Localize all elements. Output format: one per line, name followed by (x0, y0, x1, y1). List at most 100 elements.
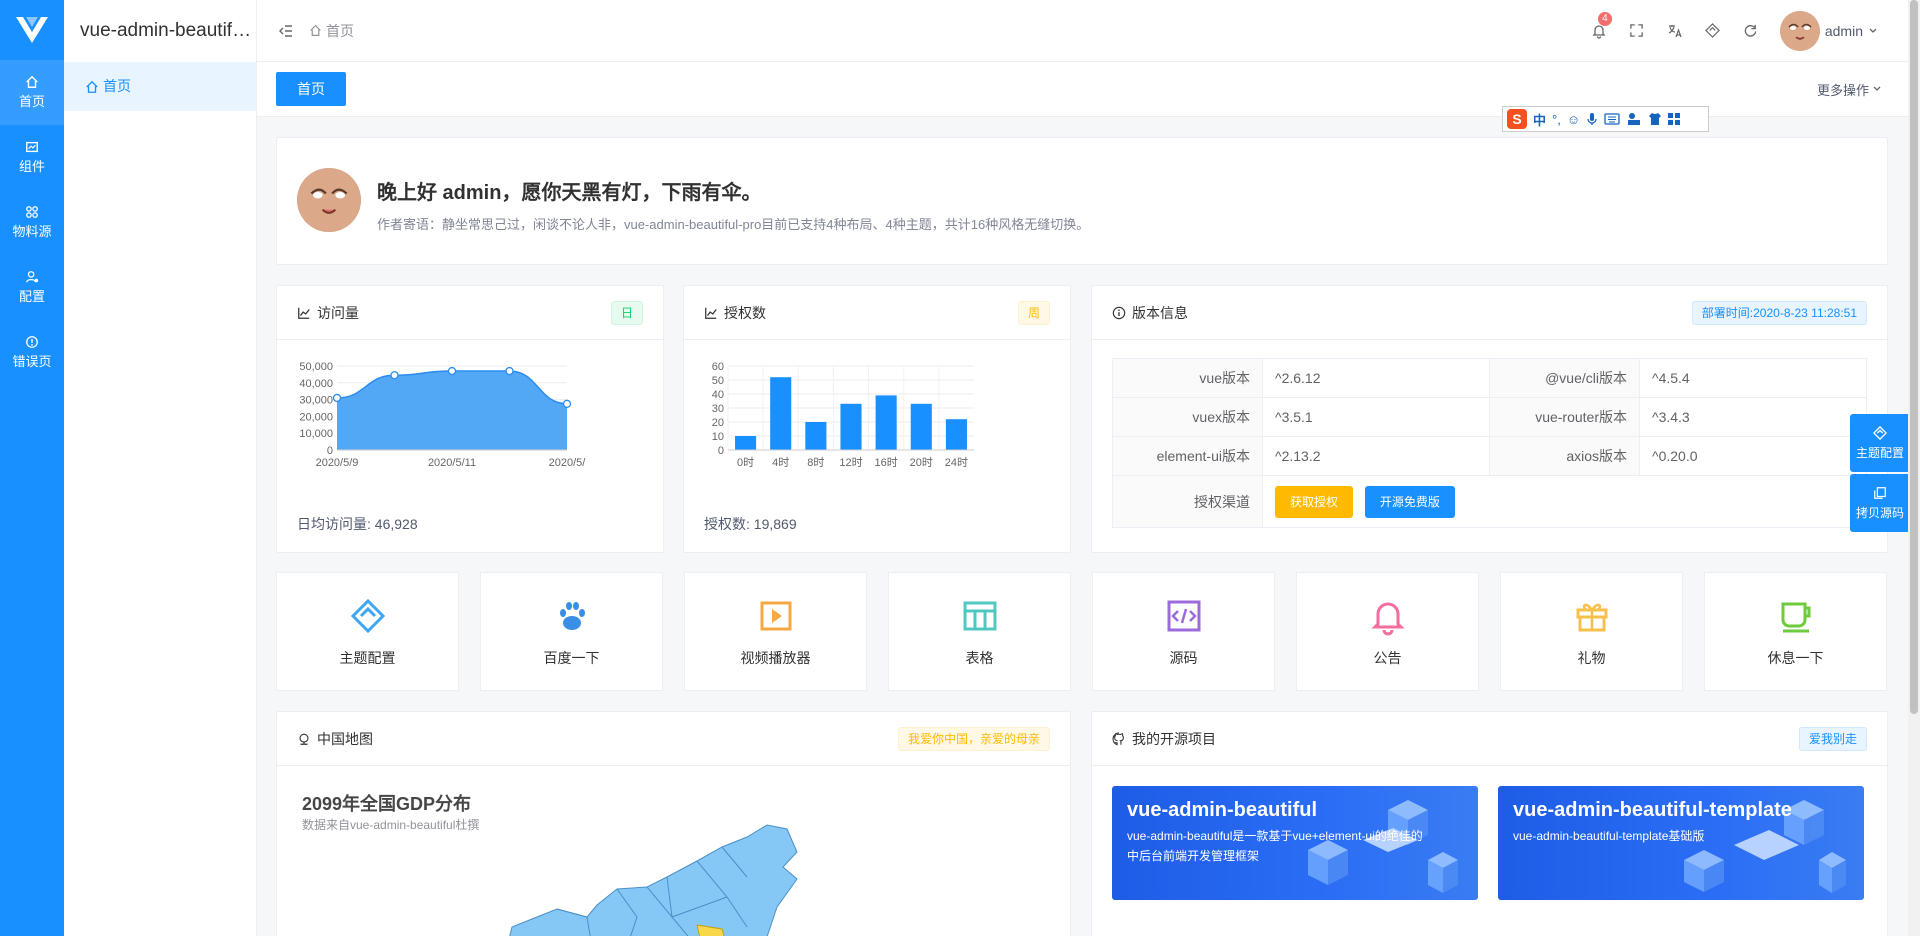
projects-card: 我的开源项目 爱我别走 vue-admin-beautiful vue-admi… (1091, 711, 1888, 936)
fullscreen-icon[interactable] (1628, 22, 1646, 40)
apps-icon (26, 206, 38, 218)
shortcut-label: 休息一下 (1767, 649, 1824, 666)
shortcut-theme[interactable]: 主题配置 (276, 572, 459, 691)
table-value: ^3.4.3 (1639, 397, 1867, 437)
table-label: axios版本 (1489, 436, 1640, 476)
shortcut-table[interactable]: 表格 (888, 572, 1071, 691)
table-value: ^2.13.2 (1262, 436, 1490, 476)
shortcut-label: 礼物 (1577, 649, 1606, 666)
shortcut-source[interactable]: 源码 (1092, 572, 1275, 691)
project-banner[interactable]: vue-admin-beautiful vue-admin-beautiful是… (1112, 786, 1478, 900)
table-row: element-ui版本 ^2.13.2 axios版本 ^0.20.0 (1112, 436, 1867, 476)
open-source-button[interactable]: 开源免费版 (1364, 485, 1455, 518)
user-menu[interactable]: admin (1779, 10, 1878, 51)
y-tick-label: 50 (712, 375, 724, 387)
table-value: ^2.6.12 (1262, 358, 1490, 398)
shortcut-rest[interactable]: 休息一下 (1704, 572, 1887, 691)
rail-item-label: 错误页 (12, 354, 52, 369)
rail-item-materials[interactable]: 物料源 (0, 190, 64, 255)
bar (945, 419, 967, 450)
visits-footer: 日均访问量: 46,928 (297, 516, 418, 532)
more-actions-dropdown[interactable]: 更多操作 (1817, 80, 1882, 99)
page-scrollbar[interactable] (1908, 0, 1920, 936)
project-desc: vue-admin-beautiful-template基础版 (1513, 829, 1705, 843)
card-title: 我的开源项目 (1132, 730, 1216, 747)
language-icon[interactable] (1666, 22, 1684, 40)
float-label: 主题配置 (1855, 445, 1904, 460)
auth-footer: 授权数: 19,869 (704, 516, 797, 532)
table-label: vue-router版本 (1489, 397, 1640, 437)
main-content: 晚上好 admin，愿你天黑有灯，下雨有伞。 作者寄语：静坐常思己过，闲谈不论人… (257, 117, 1920, 936)
fold-menu-icon[interactable] (277, 22, 295, 40)
bar (770, 377, 792, 450)
table-label: vuex版本 (1112, 397, 1263, 437)
rail-item-label: 首页 (18, 94, 45, 109)
float-theme-config-button[interactable]: 主题配置 (1850, 414, 1910, 472)
scrollbar-thumb[interactable] (1910, 0, 1918, 714)
y-tick-label: 10 (712, 431, 724, 443)
baidu-paw-icon (559, 601, 585, 630)
map-tag: 我爱你中国，亲爱的母亲 (897, 726, 1050, 751)
top-header: 首页 4 admin (257, 0, 1920, 62)
y-tick-label: 60 (712, 361, 724, 373)
rail-item-config[interactable]: 配置 (0, 255, 64, 320)
table-icon (963, 601, 996, 630)
logo[interactable] (0, 0, 64, 60)
float-copy-source-button[interactable]: 拷贝源码 (1850, 474, 1910, 532)
breadcrumb-item[interactable]: 首页 (326, 21, 354, 41)
shortcut-notice[interactable]: 公告 (1296, 572, 1479, 691)
table-label: @vue/cli版本 (1489, 358, 1640, 398)
table-value: ^3.5.1 (1262, 397, 1490, 437)
projects-tag: 爱我别走 (1798, 726, 1867, 751)
data-point (332, 393, 342, 403)
rail-item-label: 组件 (18, 159, 45, 174)
shortcut-gift[interactable]: 礼物 (1500, 572, 1683, 691)
theme-icon[interactable] (1704, 22, 1722, 40)
table-value: ^0.20.0 (1639, 436, 1867, 476)
chevron-down-icon (1873, 86, 1881, 91)
rail-item-label: 物料源 (12, 224, 52, 239)
bar (735, 436, 757, 450)
china-map[interactable] (497, 817, 897, 936)
y-tick-label: 30 (712, 403, 724, 415)
home-icon (86, 80, 98, 93)
x-tick-label: 0时 (737, 456, 754, 469)
shortcut-label: 公告 (1373, 649, 1402, 666)
notification-bell-icon[interactable]: 4 (1590, 11, 1612, 40)
bar (875, 395, 897, 450)
subnav-item-home[interactable]: 首页 (64, 62, 256, 111)
version-card: 版本信息 部署时间:2020-8-23 11:28:51 vue版本 ^2.6.… (1091, 285, 1888, 553)
bar (910, 403, 932, 450)
shortcut-label: 主题配置 (339, 649, 396, 666)
welcome-card: 晚上好 admin，愿你天黑有灯，下雨有伞。 作者寄语：静坐常思己过，闲谈不论人… (276, 137, 1888, 265)
project-banner[interactable]: vue-admin-beautiful-template vue-admin-b… (1498, 786, 1864, 900)
refresh-icon[interactable] (1742, 22, 1760, 40)
shortcut-video[interactable]: 视频播放器 (684, 572, 867, 691)
theme-icon (1873, 425, 1887, 440)
x-tick-label: 2020/5/11 (428, 457, 476, 469)
app-title: vue-admin-beautiful-pro (80, 20, 256, 41)
tab-home[interactable]: 首页 (276, 72, 346, 106)
config-icon (26, 271, 39, 283)
map-icon (299, 733, 309, 745)
shortcut-label: 表格 (965, 649, 994, 666)
rail-item-error[interactable]: 错误页 (0, 320, 64, 385)
more-actions-label: 更多操作 (1816, 82, 1869, 98)
y-tick-label: 30,000 (299, 395, 333, 407)
home-icon (310, 24, 321, 36)
copy-icon (1874, 486, 1886, 499)
home-icon (26, 75, 38, 88)
map-heading: 2099年全国GDP分布 (302, 794, 472, 814)
rail-item-components[interactable]: 组件 (0, 125, 64, 190)
x-tick-label: 12时 (839, 456, 862, 469)
visits-card: 访问量 日 0 10,000 20,000 30,000 40,000 50,000 202… (276, 285, 664, 553)
table-label: element-ui版本 (1112, 436, 1263, 476)
y-tick-label: 10,000 (299, 428, 333, 440)
project-name: vue-admin-beautiful (1127, 799, 1318, 821)
avatar (1779, 10, 1820, 51)
greeting-text: 晚上好 admin，愿你天黑有灯，下雨有伞。 (377, 182, 762, 204)
rail-item-home[interactable]: 首页 (0, 60, 64, 125)
breadcrumb: 首页 (309, 21, 354, 41)
get-license-button[interactable]: 获取授权 (1275, 485, 1354, 518)
shortcut-baidu[interactable]: 百度一下 (480, 572, 663, 691)
